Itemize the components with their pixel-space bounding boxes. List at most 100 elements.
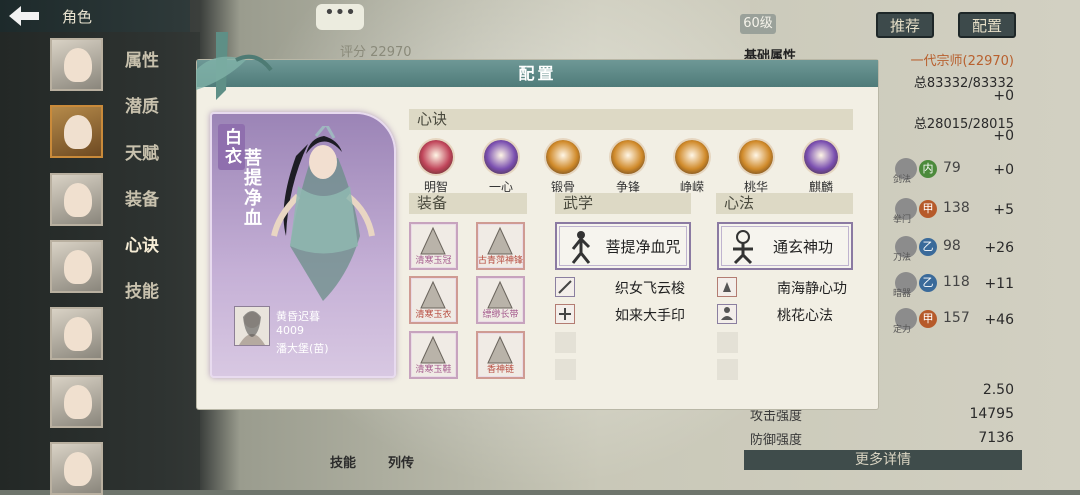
wuxue-empty-slot-1[interactable] (555, 332, 576, 353)
stat-name-1: 剑法 (893, 175, 912, 185)
xinjue-label-7: 麒麟 (808, 180, 833, 194)
equip-label-3: 清寒玉衣 (415, 310, 452, 320)
owner-name: 黄昏迟暮 (276, 310, 320, 323)
character-portrait-6[interactable] (50, 375, 103, 428)
seated-icon (717, 304, 737, 324)
equip-slot-6[interactable]: 香神链 (476, 331, 525, 379)
stat-plus-3: +26 (984, 240, 1014, 256)
stat-plus-4: +11 (984, 276, 1014, 292)
wuxue-header: 武学 (555, 193, 691, 214)
needle-icon (555, 277, 575, 297)
wuxue-sub-label-2: 如来大手印 (615, 308, 685, 324)
character-portrait-2[interactable] (50, 105, 103, 158)
xinfa-main-label: 通玄神功 (772, 237, 833, 256)
sidebar-item-talent[interactable]: 天赋 (125, 139, 159, 164)
xinfa-sub-label-1: 南海静心功 (777, 281, 847, 297)
stat-grade-badge: 内 (919, 160, 937, 178)
equip-slot-2[interactable]: 古青萍神锋 (476, 222, 525, 270)
stat-name-2: 拳门 (893, 215, 912, 225)
wuxue-main-label: 菩提净血咒 (605, 237, 681, 256)
stat-plus-2: +5 (993, 202, 1014, 218)
character-portrait-7[interactable] (50, 442, 103, 495)
equip-label-2: 古青萍神锋 (478, 256, 524, 266)
rank-value: 一代宗师(22970) (910, 54, 1015, 69)
stat-grade-badge: 乙 (919, 274, 937, 292)
bottom-tab-skills[interactable]: 技能 (330, 452, 356, 471)
top-bar: 角色 (0, 0, 190, 32)
martial-figure-icon (571, 231, 591, 264)
character-portrait-5[interactable] (50, 307, 103, 360)
xinjue-header: 心诀 (409, 109, 853, 130)
level-badge: 60级 (740, 14, 776, 34)
xinjue-icon-3[interactable] (546, 140, 580, 174)
hp-plus: +0 (993, 88, 1014, 104)
owner-avatar[interactable] (234, 306, 270, 346)
xinjue-label-3: 锻骨 (550, 180, 575, 194)
character-portrait-4[interactable] (50, 240, 103, 293)
xinjue-icon-6[interactable] (739, 140, 773, 174)
xinfa-main-slot[interactable]: 通玄神功 (717, 222, 853, 270)
equip-label-4: 缥缈长带 (482, 310, 519, 320)
config-dialog: 配置 白衣 菩提净血 黄昏迟暮 4009 潘大堡(苗) 心诀 装备 武学 菩提净… (197, 60, 878, 409)
xinjue-label-6: 桃华 (743, 180, 768, 194)
defense-value: 7136 (978, 430, 1014, 446)
stat-grade-badge: 乙 (919, 238, 937, 256)
xinfa-sub-2[interactable]: 桃花心法 (717, 304, 853, 326)
score-label: 评分 (340, 45, 367, 60)
character-figure-icon (271, 126, 375, 301)
sidebar-item-xinjue[interactable]: 心诀 (125, 231, 159, 256)
wuxue-main-slot[interactable]: 菩提净血咒 (555, 222, 691, 270)
wuxue-sub-1[interactable]: 织女飞云梭 (555, 277, 691, 299)
sidebar-item-potential[interactable]: 潜质 (125, 92, 159, 117)
stat-value: 157 (943, 310, 970, 326)
mp-plus: +0 (993, 128, 1014, 144)
equip-label-1: 清寒玉冠 (415, 256, 452, 266)
equip-slot-1[interactable]: 清寒玉冠 (409, 222, 458, 270)
owner-group: 潘大堡(苗) (276, 342, 329, 355)
equip-slot-5[interactable]: 清寒玉鞋 (409, 331, 458, 379)
xinfa-sub-1[interactable]: 南海静心功 (717, 277, 853, 299)
wuxue-sub-label-1: 织女飞云梭 (615, 281, 685, 297)
character-portrait-3[interactable] (50, 173, 103, 226)
sidebar-item-skills[interactable]: 技能 (125, 277, 159, 302)
xinjue-icon-4[interactable] (611, 140, 645, 174)
meditation-figure-icon (733, 230, 753, 265)
xinjue-icon-1[interactable] (419, 140, 453, 174)
xinjue-icon-7[interactable] (804, 140, 838, 174)
page-title: 角色 (62, 7, 93, 26)
equip-header: 装备 (409, 193, 527, 214)
stat-value: 118 (943, 274, 970, 290)
stat-name-3: 刀法 (893, 253, 912, 263)
character-portrait-1[interactable] (50, 38, 103, 91)
xinjue-icon-2[interactable] (484, 140, 518, 174)
owner-id: 4009 (276, 324, 304, 337)
stat-plus-5: +46 (984, 312, 1014, 328)
equip-slot-3[interactable]: 清寒玉衣 (409, 276, 458, 324)
xinfa-empty-slot-1[interactable] (717, 332, 738, 353)
equip-slot-4[interactable]: 缥缈长带 (476, 276, 525, 324)
score-value: 22970 (370, 45, 412, 60)
bottom-tab-biography[interactable]: 列传 (388, 452, 414, 471)
xinjue-label-4: 争锋 (615, 180, 640, 194)
stat-name-4: 暗器 (893, 289, 912, 299)
equip-label-5: 清寒玉鞋 (415, 365, 452, 375)
stat-value: 138 (943, 200, 970, 216)
more-details-button[interactable]: 更多详情 (744, 450, 1022, 470)
config-button[interactable]: 配置 (958, 12, 1017, 38)
wuxue-sub-2[interactable]: 如来大手印 (555, 304, 691, 326)
xinjue-icon-5[interactable] (675, 140, 709, 174)
crit-value: 2.50 (982, 382, 1014, 398)
ribbon-decoration-icon (196, 32, 273, 100)
back-arrow-icon[interactable] (0, 0, 48, 32)
xinjue-label-2: 一心 (488, 180, 513, 194)
stat-plus-1: +0 (993, 162, 1014, 178)
sidebar-item-equipment[interactable]: 装备 (125, 185, 159, 210)
recommend-button[interactable]: 推荐 (876, 12, 935, 38)
wuxue-empty-slot-2[interactable] (555, 359, 576, 380)
character-card: 白衣 菩提净血 黄昏迟暮 4009 潘大堡(苗) (210, 112, 396, 378)
xinfa-empty-slot-2[interactable] (717, 359, 738, 380)
equip-label-6: 香神链 (486, 365, 514, 375)
chat-bubble[interactable]: ••• (316, 4, 364, 30)
sidebar-item-attributes[interactable]: 属性 (125, 46, 159, 71)
bell-icon (717, 277, 737, 297)
